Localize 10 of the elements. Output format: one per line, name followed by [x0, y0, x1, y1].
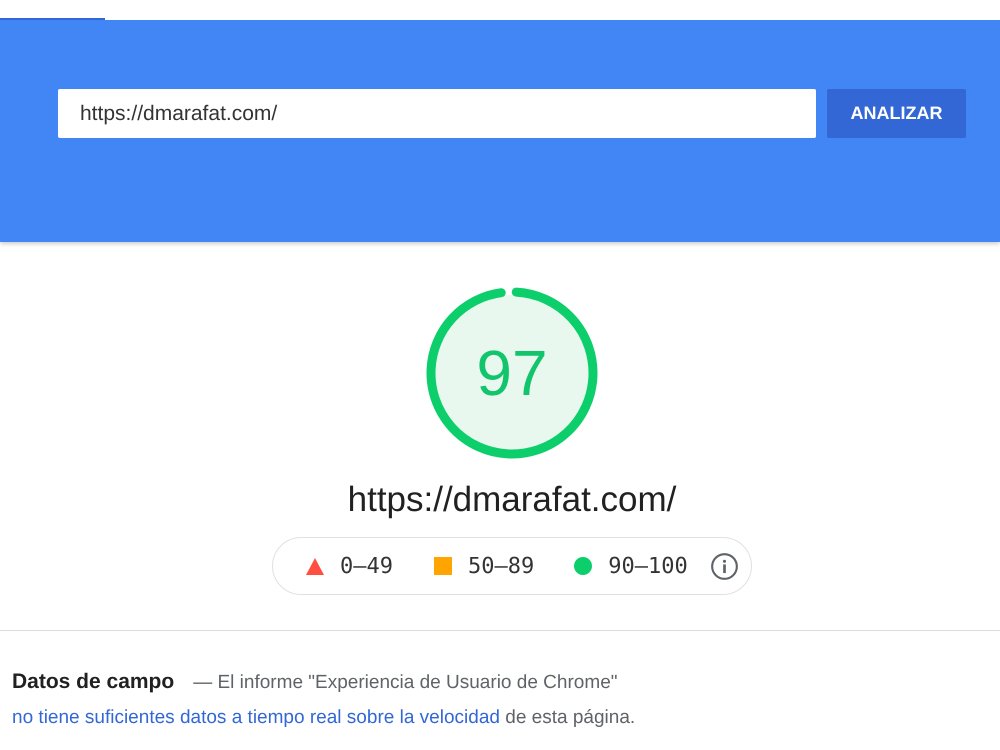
link[interactable]: no tiene suficientes datos a tiempo real sobre la velocidad — [12, 707, 500, 728]
url-field[interactable]: https://dmarafat.com/ — [58, 89, 816, 138]
legend-label: 50–89 — [468, 552, 534, 580]
info-icon[interactable] — [710, 552, 738, 580]
field-data-summary: Datos de campo — El informe "Experiencia de Usuario de Chrome" no tiene suficientes datos a tiempo real sobre la velocidad de esta página. — [11, 669, 636, 730]
legend-label: 90–100 — [608, 552, 688, 580]
analyze-button[interactable]: ANALIZAR — [827, 89, 966, 138]
analyzed-url: https://dmarafat.com/ — [348, 479, 676, 521]
score-value: 97 — [476, 341, 548, 405]
legend-label: 0–49 — [340, 552, 393, 580]
